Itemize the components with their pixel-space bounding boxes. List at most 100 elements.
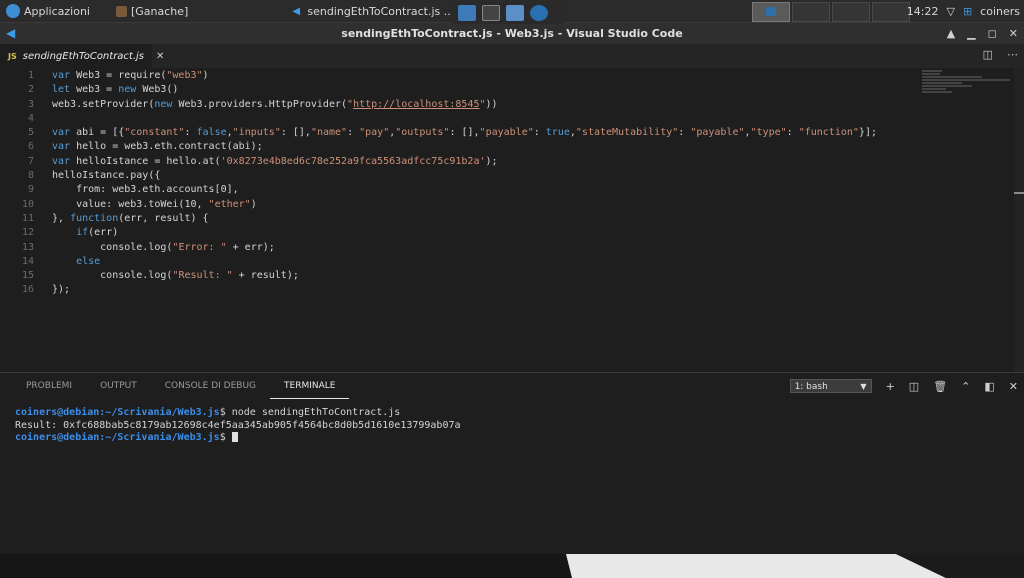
panel-tabs: PROBLEMI OUTPUT CONSOLE DI DEBUG TERMINA…	[0, 373, 350, 399]
split-terminal-icon[interactable]: ◫	[909, 380, 919, 393]
files-icon[interactable]	[458, 5, 476, 21]
code-line: 2 let web3 = new Web3()	[0, 83, 877, 97]
dock	[452, 2, 564, 24]
tab-output[interactable]: OUTPUT	[86, 373, 151, 399]
terminal-cursor	[231, 432, 238, 442]
panel-layout-icon[interactable]: ◧	[984, 380, 994, 393]
code-line: 3 web3.setProvider(new Web3.providers.Htt…	[0, 98, 877, 112]
terminal-app-icon[interactable]	[482, 5, 500, 21]
keep-above-icon[interactable]: ▲	[947, 27, 955, 40]
code-line: 9 from: web3.eth.accounts[0],	[0, 183, 877, 197]
line-number: 13	[21, 241, 34, 253]
home-folder-icon[interactable]	[506, 5, 524, 21]
line-number: 14	[21, 255, 34, 267]
editor-scrollbar[interactable]	[1014, 68, 1024, 372]
code-line: 1 var Web3 = require("web3")	[0, 69, 877, 83]
tab-terminal[interactable]: TERMINALE	[270, 373, 350, 399]
taskbar-item-vscode-label: sendingEthToContract.js ...	[307, 4, 455, 18]
terminal-line: coiners@debian:~/Scrivania/Web3.js$ node…	[15, 407, 461, 420]
js-file-icon: JS	[8, 51, 17, 61]
tab-label: sendingEthToContract.js	[22, 50, 145, 62]
workspace-1[interactable]	[752, 2, 790, 22]
line-number: 5	[27, 127, 34, 139]
workspace-3[interactable]	[832, 2, 870, 22]
browser-icon[interactable]	[530, 5, 548, 21]
panel-controls: 1: bash ▼ + ◫ 🗑 ⌃ ◧ ✕	[789, 379, 1018, 393]
vscode-logo-icon: ◀	[6, 26, 16, 40]
window-titlebar: ◀ sendingEthToContract.js - Web3.js - Vi…	[0, 23, 1024, 44]
desktop-wallpaper	[566, 554, 1024, 578]
line-number: 15	[21, 270, 34, 282]
debian-logo-icon	[6, 4, 20, 18]
code-line: 15 console.log("Result: " + result);	[0, 269, 877, 283]
minimap[interactable]	[922, 70, 1014, 96]
line-number: 10	[21, 198, 34, 210]
window-controls: ▲ ▁ ◻ ✕	[947, 23, 1018, 44]
taskbar-item-ganache[interactable]: [Ganache]	[110, 0, 194, 22]
ganache-icon	[115, 5, 127, 17]
minimize-button[interactable]: ▁	[967, 27, 975, 40]
line-number: 11	[21, 212, 34, 224]
maximize-panel-icon[interactable]: ⌃	[961, 380, 970, 393]
bottom-panel: PROBLEMI OUTPUT CONSOLE DI DEBUG TERMINA…	[0, 372, 1024, 555]
code-line: 16});	[0, 283, 877, 297]
code-line: 5 var abi = [{"constant": false,"inputs":…	[0, 126, 877, 140]
code-line: 6 var hello = web3.eth.contract(abi);	[0, 140, 877, 154]
scroll-position-marker	[1014, 192, 1024, 194]
code-lines: 1 var Web3 = require("web3") 2 let web3 = …	[0, 69, 877, 298]
line-number: 9	[27, 184, 34, 196]
line-number: 6	[27, 141, 34, 153]
more-actions-icon[interactable]: ⋯	[1007, 48, 1018, 61]
wifi-icon[interactable]: ▽	[946, 5, 954, 18]
line-number: 4	[27, 112, 34, 124]
tab-sendingethtocontract[interactable]: JS sendingEthToContract.js ✕	[0, 44, 164, 68]
close-tab-icon[interactable]: ✕	[156, 51, 164, 62]
terminal-shell-label: 1: bash	[794, 382, 828, 392]
terminal-line: coiners@debian:~/Scrivania/Web3.js$	[15, 432, 461, 445]
terminal-prompt: coiners@debian:~/Scrivania/Web3.js	[15, 432, 220, 443]
editor-actions: ◫ ⋯	[983, 48, 1018, 61]
vscode-icon: ◀	[292, 5, 301, 17]
code-line: 4	[0, 112, 877, 126]
code-line: 8 helloIstance.pay({	[0, 169, 877, 183]
editor-tab-bar: JS sendingEthToContract.js ✕ ◫ ⋯	[0, 44, 1024, 68]
system-tray: 14:22 ▽ ⊞ coiners	[907, 0, 1024, 22]
code-line: 14 else	[0, 255, 877, 269]
close-panel-icon[interactable]: ✕	[1009, 380, 1018, 393]
terminal-shell-select[interactable]: 1: bash ▼	[789, 379, 872, 393]
line-number: 7	[27, 155, 34, 167]
line-number: 8	[27, 170, 34, 182]
maximize-button[interactable]: ◻	[988, 27, 997, 40]
terminal-output[interactable]: coiners@debian:~/Scrivania/Web3.js$ node…	[15, 407, 461, 445]
user-menu[interactable]: coiners	[980, 5, 1020, 18]
terminal-line: Result: 0xfc688bab5c8179ab12698c4ef5aa34…	[15, 420, 461, 433]
line-number: 3	[27, 98, 34, 110]
line-number: 12	[21, 227, 34, 239]
terminal-result: Result: 0xfc688bab5c8179ab12698c4ef5aa34…	[15, 419, 461, 431]
applications-menu-label: Applicazioni	[24, 4, 90, 18]
code-line: 11}, function(err, result) {	[0, 212, 877, 226]
line-number: 16	[21, 284, 34, 296]
taskbar-item-vscode[interactable]: ◀ sendingEthToContract.js ...	[286, 0, 460, 22]
split-editor-icon[interactable]: ◫	[983, 48, 993, 61]
code-editor[interactable]: 1 var Web3 = require("web3") 2 let web3 = …	[0, 68, 1024, 372]
tab-debug-console[interactable]: CONSOLE DI DEBUG	[151, 373, 270, 399]
terminal-command: $	[219, 432, 232, 443]
user-icon: ⊞	[962, 4, 973, 18]
code-line: 10 value: web3.toWei(10, "ether")	[0, 198, 877, 212]
tab-problems[interactable]: PROBLEMI	[0, 373, 86, 399]
code-line: 12 if(err)	[0, 226, 877, 240]
localhost-link[interactable]: http://localhost:8545	[353, 99, 479, 110]
close-button[interactable]: ✕	[1009, 27, 1018, 40]
window-title: sendingEthToContract.js - Web3.js - Visu…	[341, 27, 683, 40]
applications-menu[interactable]: Applicazioni	[0, 0, 96, 22]
new-terminal-icon[interactable]: +	[886, 380, 895, 393]
trash-icon[interactable]: 🗑	[933, 380, 947, 393]
terminal-command: $ node sendingEthToContract.js	[219, 407, 401, 418]
terminal-prompt: coiners@debian:~/Scrivania/Web3.js	[15, 407, 220, 418]
clock[interactable]: 14:22	[907, 5, 939, 18]
chevron-down-icon: ▼	[860, 382, 867, 391]
code-line: 7 var helloIstance = hello.at('0x8273e4b8…	[0, 155, 877, 169]
workspace-2[interactable]	[792, 2, 830, 22]
workspace-4[interactable]	[872, 2, 910, 22]
